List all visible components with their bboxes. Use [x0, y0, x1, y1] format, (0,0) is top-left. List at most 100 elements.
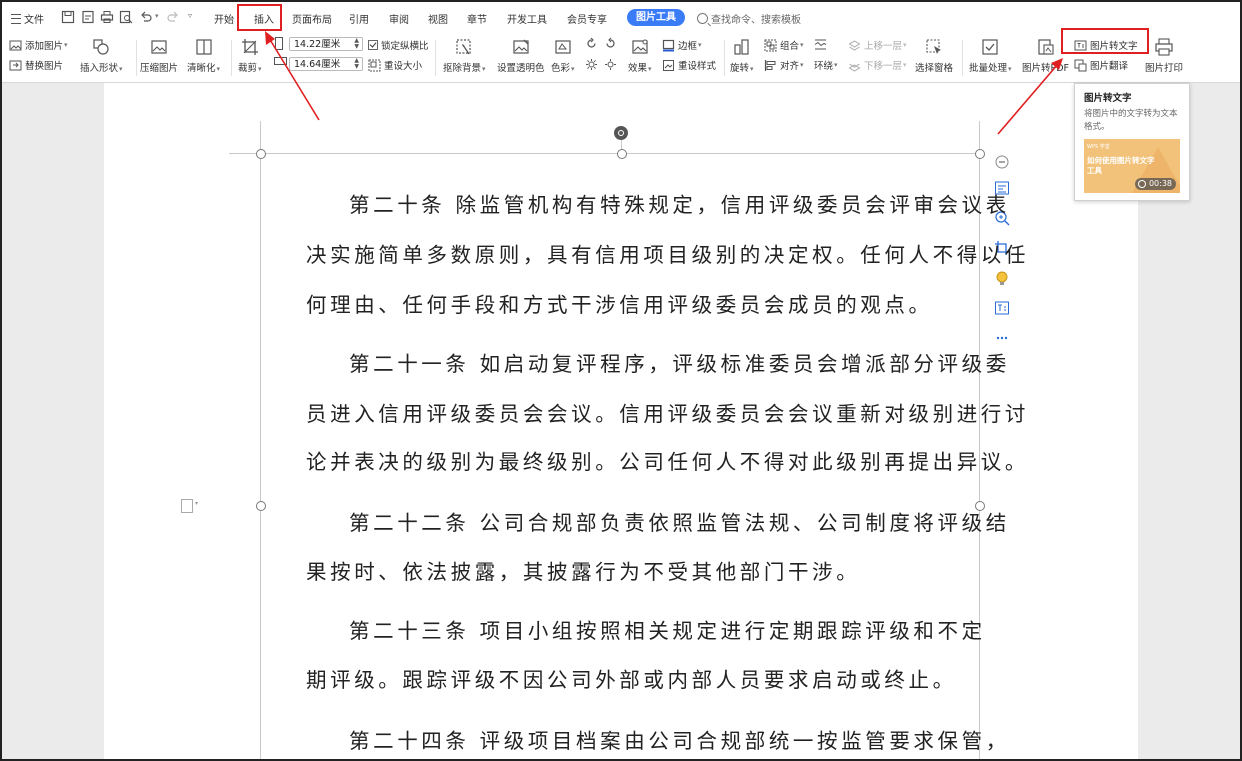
- tooltip-video-thumbnail[interactable]: WPS 学堂 如何使用图片转文字工具 00:38: [1084, 139, 1180, 193]
- width-icon: [274, 57, 287, 65]
- tab-references[interactable]: 引用: [349, 11, 369, 26]
- lock-aspect-checkbox[interactable]: 锁定纵横比: [368, 38, 429, 52]
- contrast-icon[interactable]: [604, 58, 617, 71]
- align-label: 对齐: [780, 61, 800, 72]
- tab-insert[interactable]: 插入: [254, 11, 274, 26]
- wrap-text-icon: [814, 38, 827, 51]
- command-search-placeholder: 查找命令、搜索模板: [711, 15, 801, 26]
- selection-pane-button[interactable]: 选择窗格: [915, 37, 953, 74]
- wrap-button[interactable]: 环绕 ▾: [814, 58, 838, 72]
- reset-size-icon: [368, 59, 381, 72]
- ribbon-separator: [231, 40, 232, 76]
- transparent-color-icon: [511, 37, 531, 57]
- picture-translate-button[interactable]: 图片翻译: [1074, 58, 1128, 72]
- reset-style-icon: [662, 59, 675, 72]
- group-icon: [764, 39, 777, 52]
- wrap-label: 环绕: [814, 61, 834, 72]
- file-menu[interactable]: 文件: [11, 11, 44, 26]
- compress-picture-button[interactable]: 压缩图片: [140, 37, 178, 74]
- reset-size-button[interactable]: 重设大小: [368, 58, 422, 72]
- print-icon[interactable]: [100, 10, 114, 24]
- send-backward-button[interactable]: 下移一层 ▾: [848, 58, 907, 72]
- checkbox-checked-icon: [368, 40, 378, 50]
- crop-icon: [240, 37, 260, 57]
- insert-shape-button[interactable]: 插入形状▾: [80, 37, 123, 74]
- picture-to-pdf-icon: [1036, 37, 1056, 57]
- paragraph-layout-icon[interactable]: [181, 499, 193, 513]
- height-spinner-icon[interactable]: ▲ ▼: [354, 58, 359, 70]
- align-button[interactable]: 对齐 ▾: [764, 58, 804, 72]
- picture-to-pdf-button[interactable]: 图片转PDF: [1022, 37, 1069, 74]
- brightness-icon[interactable]: [585, 58, 598, 71]
- tab-member[interactable]: 会员专享: [567, 11, 607, 26]
- tab-developer[interactable]: 开发工具: [507, 11, 547, 26]
- remove-background-button[interactable]: 抠除背景▾: [443, 37, 486, 74]
- resize-handle-top-left[interactable]: [256, 149, 266, 159]
- tab-picture-tools[interactable]: 图片工具: [627, 9, 685, 26]
- tab-page-layout[interactable]: 页面布局: [292, 11, 332, 26]
- undo-dropdown-icon[interactable]: ▾: [155, 12, 159, 20]
- rotate-button[interactable]: 旋转▾: [730, 37, 754, 74]
- picture-width-input[interactable]: 14.22厘米 ▲ ▼: [289, 37, 363, 51]
- color-label: 色彩: [551, 63, 571, 74]
- print-preview-icon[interactable]: [119, 10, 133, 24]
- reset-style-button[interactable]: 重设样式: [662, 58, 716, 72]
- more-options-icon[interactable]: [994, 330, 1010, 346]
- selection-frame-top-line: [229, 153, 979, 154]
- color-button[interactable]: 色彩▾: [551, 37, 575, 74]
- picture-print-button[interactable]: 图片打印: [1145, 37, 1183, 74]
- undo-icon[interactable]: [139, 10, 153, 24]
- selection-pane-label: 选择窗格: [915, 63, 954, 74]
- app-window: 文件 ▾ ▿ 开始 插入 页面布局 引用 审阅 视图 章节 开发工具 会员专享 …: [0, 0, 1242, 761]
- sharpen-button[interactable]: 清晰化▾: [187, 37, 220, 74]
- picture-to-text-button[interactable]: 图片转文字: [1074, 38, 1138, 52]
- video-duration: 00:38: [1134, 178, 1176, 190]
- tab-view[interactable]: 视图: [428, 11, 448, 26]
- wrap-icon-button[interactable]: [814, 38, 830, 51]
- rotate-left-icon[interactable]: [585, 37, 598, 50]
- compress-picture-label: 压缩图片: [140, 63, 179, 74]
- replace-picture-button[interactable]: 替换图片: [9, 58, 63, 72]
- crop-button[interactable]: 裁剪▾: [238, 37, 262, 74]
- save-icon[interactable]: [61, 10, 75, 24]
- tab-review[interactable]: 审阅: [389, 11, 409, 26]
- picture-to-text-quick-icon[interactable]: [994, 300, 1010, 316]
- height-icon: [275, 37, 283, 50]
- redo-icon[interactable]: [166, 10, 180, 24]
- add-picture-button[interactable]: 添加图片 ▾: [9, 38, 68, 52]
- add-picture-label: 添加图片: [25, 41, 64, 52]
- width-spinner-icon[interactable]: ▲ ▼: [354, 38, 359, 50]
- color-icon: [553, 37, 573, 57]
- search-icon: [697, 13, 708, 24]
- resize-handle-top-right[interactable]: [975, 149, 985, 159]
- paragraph-20-line-1: 第二十条 除监管机构有特殊规定，信用评级委员会评审会议表: [349, 193, 1010, 217]
- ribbon-separator: [724, 40, 725, 76]
- picture-to-text-label: 图片转文字: [1090, 41, 1138, 52]
- set-transparent-button[interactable]: 设置透明色: [497, 37, 545, 74]
- tab-home[interactable]: 开始: [214, 11, 234, 26]
- export-pdf-icon[interactable]: [81, 10, 95, 24]
- resize-handle-top[interactable]: [617, 149, 627, 159]
- bring-forward-button[interactable]: 上移一层 ▾: [848, 38, 907, 52]
- compress-icon: [149, 37, 169, 57]
- rotate-handle-icon[interactable]: [614, 126, 628, 140]
- picture-height-input[interactable]: 14.64厘米 ▲ ▼: [289, 57, 363, 71]
- collapse-icon[interactable]: [994, 154, 1010, 170]
- batch-process-button[interactable]: 批量处理▾: [969, 37, 1012, 74]
- rotate-right-icon[interactable]: [604, 37, 617, 50]
- smart-suggestion-icon[interactable]: [994, 270, 1010, 286]
- border-button[interactable]: 边框 ▾: [662, 38, 702, 52]
- effects-button[interactable]: 效果▾: [628, 37, 652, 74]
- tab-chapter[interactable]: 章节: [467, 11, 487, 26]
- insert-shape-label: 插入形状: [80, 63, 119, 74]
- add-picture-icon: [9, 39, 22, 52]
- batch-process-icon: [980, 37, 1000, 57]
- picture-height-value: 14.64厘米: [294, 59, 341, 70]
- paragraph-layout-dropdown-icon[interactable]: ▾: [195, 500, 198, 507]
- resize-handle-left[interactable]: [256, 501, 266, 511]
- group-button[interactable]: 组合 ▾: [764, 38, 804, 52]
- paragraph-21-line-3: 论并表决的级别为最终级别。公司任何人不得对此级别再提出异议。: [306, 450, 1029, 474]
- customize-toolbar-icon[interactable]: ▿: [188, 11, 192, 20]
- effects-label: 效果: [628, 63, 648, 74]
- command-search[interactable]: 查找命令、搜索模板: [697, 11, 801, 26]
